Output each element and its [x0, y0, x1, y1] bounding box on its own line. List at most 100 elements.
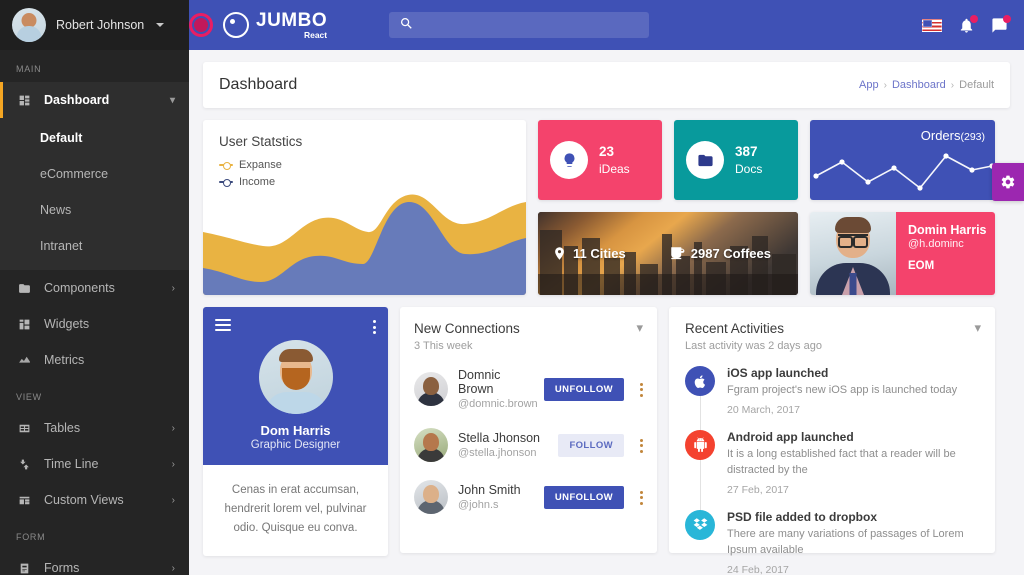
unfollow-button[interactable]: UNFOLLOW	[543, 485, 624, 509]
sidebar-user-name: Robert Johnson	[56, 18, 145, 32]
sidebar-item-components[interactable]: Components ›	[0, 270, 189, 306]
activity-date: 20 March, 2017	[727, 403, 800, 416]
list-item[interactable]: iOS app launched Fgram project's new iOS…	[685, 366, 981, 416]
timeline-icon	[16, 456, 32, 472]
search-input[interactable]	[421, 18, 640, 32]
widgets-icon	[16, 316, 32, 332]
designer-name: Dom Harris	[260, 423, 331, 439]
app-logo[interactable]: JUMBO React	[223, 11, 327, 40]
sidebar-item-label: eCommerce	[40, 167, 109, 181]
avatar	[414, 428, 448, 462]
new-connections-card: New Connections 3 This week ▾ Domnic Bro…	[400, 307, 657, 553]
page-header: Dashboard App › Dashboard › Default	[203, 62, 1010, 108]
sidebar-item-intranet[interactable]: Intranet	[0, 228, 189, 264]
menu-icon[interactable]	[215, 319, 231, 334]
flag-icon[interactable]	[922, 18, 942, 32]
avatar	[12, 8, 46, 42]
docs-tile[interactable]: 387 Docs	[674, 120, 798, 200]
list-item[interactable]: John Smith @john.s UNFOLLOW	[414, 480, 643, 514]
right-widgets-column: Orders(293) Domin Harris @h.dominc EOM	[810, 120, 995, 295]
orders-count: (293)	[960, 131, 985, 143]
row-more-icon[interactable]	[634, 438, 643, 453]
logo-title: JUMBO	[256, 9, 328, 31]
folder-icon	[16, 280, 32, 296]
legend-label: Income	[239, 176, 276, 188]
sidebar-item-time-line[interactable]: Time Line ›	[0, 446, 189, 482]
activity-title: Android app launched	[727, 429, 854, 444]
sidebar-item-custom-views[interactable]: Custom Views ›	[0, 482, 189, 518]
sidebar-item-ecommerce[interactable]: eCommerce	[0, 156, 189, 192]
list-item[interactable]: Domnic Brown @domnic.brown UNFOLLOW	[414, 368, 643, 410]
location-pin-icon	[555, 247, 564, 260]
list-item[interactable]: Android app launched It is a long establ…	[685, 429, 981, 496]
dashboard-submenu: Default eCommerce News Intranet	[0, 118, 189, 270]
settings-fab-button[interactable]	[992, 163, 1024, 201]
custom-views-icon	[16, 492, 32, 508]
caret-down-icon[interactable]	[156, 23, 165, 27]
sidebar-item-label: Dashboard	[44, 93, 110, 107]
sidebar: Robert Johnson MAIN Dashboard ▾ Default …	[0, 0, 189, 575]
sidebar-item-label: Widgets	[44, 317, 90, 331]
sidebar-item-default[interactable]: Default	[0, 120, 189, 156]
breadcrumb-separator: ›	[883, 79, 887, 91]
activities-list: iOS app launched Fgram project's new iOS…	[685, 366, 981, 575]
chevron-down-icon[interactable]: ▾	[636, 321, 643, 334]
chevron-down-icon: ▾	[169, 94, 175, 106]
apple-icon	[685, 366, 715, 396]
middle-widgets-column: 23 iDeas 387 Docs 11 Cities 2987 Coffees	[538, 120, 798, 295]
ideas-label: iDeas	[599, 161, 630, 176]
sidebar-item-label: Custom Views	[44, 493, 124, 507]
table-icon	[16, 420, 32, 436]
breadcrumb: App › Dashboard › Default	[859, 79, 994, 91]
connection-handle: @domnic.brown	[458, 398, 538, 410]
sidebar-item-dashboard[interactable]: Dashboard ▾	[0, 82, 189, 118]
list-item[interactable]: Stella Jhonson @stella.jhonson FOLLOW	[414, 428, 643, 462]
breadcrumb-app[interactable]: App	[859, 79, 879, 91]
breadcrumb-separator: ›	[950, 79, 955, 91]
row-more-icon[interactable]	[634, 382, 643, 397]
sidebar-item-tables[interactable]: Tables ›	[0, 410, 189, 446]
nav-section-main: MAIN	[16, 64, 42, 74]
chevron-right-icon: ›	[171, 282, 175, 294]
notification-badge	[970, 14, 978, 23]
breadcrumb-dashboard[interactable]: Dashboard	[892, 79, 946, 91]
sidebar-item-label: Components	[44, 281, 115, 295]
record-dot-icon	[189, 13, 213, 37]
orders-label: Orders(293)	[921, 128, 985, 143]
chat-icon[interactable]	[991, 14, 1011, 34]
docs-count: 387	[735, 143, 758, 159]
person-highlight-card[interactable]: Domin Harris @h.dominc EOM	[810, 212, 995, 295]
chevron-down-icon[interactable]: ▾	[974, 321, 981, 334]
bulb-icon	[550, 141, 588, 179]
list-item[interactable]: PSD file added to dropbox There are many…	[685, 509, 981, 575]
more-options-icon[interactable]	[373, 319, 376, 334]
dropbox-icon	[685, 509, 715, 540]
unfollow-button[interactable]: UNFOLLOW	[543, 377, 624, 401]
sidebar-item-label: Time Line	[44, 457, 99, 471]
sidebar-item-label: Default	[40, 131, 83, 145]
activity-title: iOS app launched	[727, 366, 829, 380]
person-handle: @h.dominc	[908, 238, 964, 250]
dashboard-icon	[16, 92, 32, 108]
connections-subtitle: 3 This week	[414, 340, 473, 352]
coffee-cup-icon	[671, 247, 685, 260]
ideas-tile[interactable]: 23 iDeas	[538, 120, 662, 200]
orders-card[interactable]: Orders(293)	[810, 120, 995, 200]
city-stats-card[interactable]: 11 Cities 2987 Coffees	[538, 212, 798, 295]
sidebar-item-metrics[interactable]: Metrics	[0, 342, 189, 378]
chevron-right-icon: ›	[171, 562, 175, 574]
sidebar-item-forms[interactable]: Forms ›	[0, 550, 189, 575]
user-statistics-card: User Statstics Expanse Income	[203, 120, 526, 295]
sidebar-user[interactable]: Robert Johnson	[0, 0, 189, 50]
sidebar-item-widgets[interactable]: Widgets	[0, 306, 189, 342]
search-box[interactable]	[389, 12, 650, 38]
forms-icon	[16, 560, 32, 575]
activity-description: Fgram project's new iOS app is launched …	[727, 384, 958, 396]
follow-button[interactable]: FOLLOW	[558, 433, 624, 457]
sidebar-item-news[interactable]: News	[0, 192, 189, 228]
recent-activities-card: Recent Activities Last activity was 2 da…	[669, 307, 995, 575]
row-more-icon[interactable]	[634, 490, 643, 505]
designer-description: Cenas in erat accumsan, hendrerit lorem …	[224, 484, 367, 535]
bell-icon[interactable]	[958, 14, 978, 34]
legend-label: Expanse	[239, 159, 282, 171]
